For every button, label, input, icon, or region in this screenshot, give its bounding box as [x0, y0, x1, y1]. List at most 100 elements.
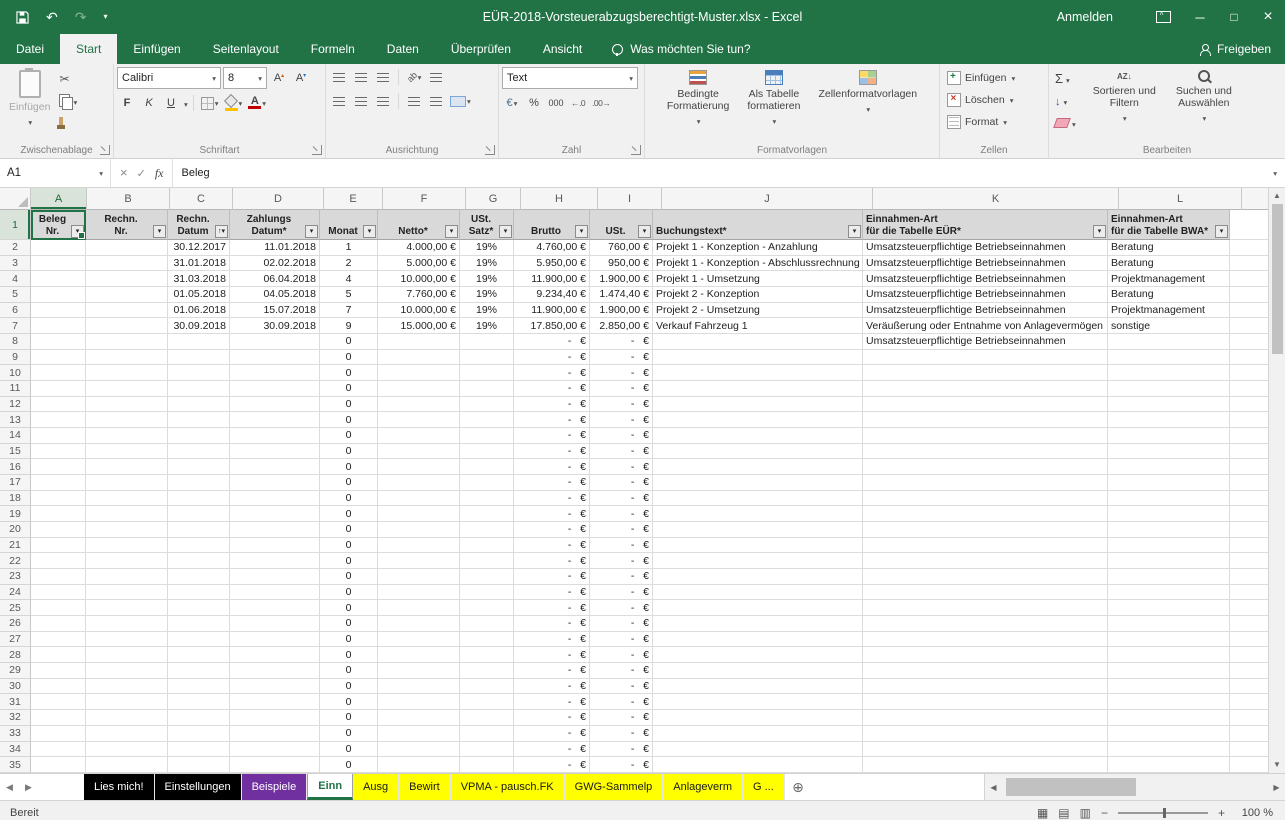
cell-A14[interactable] [31, 428, 86, 444]
cell-C32[interactable] [168, 710, 230, 726]
row-header-13[interactable]: 13 [0, 412, 31, 428]
cell-E31[interactable]: 0 [320, 694, 378, 710]
cell-E7[interactable]: 9 [320, 318, 378, 334]
redo-icon[interactable] [75, 10, 87, 24]
cell-A8[interactable] [31, 334, 86, 350]
row-header-7[interactable]: 7 [0, 318, 31, 334]
cell-L16[interactable] [1108, 459, 1230, 475]
cell-G13[interactable] [460, 412, 514, 428]
align-center-button[interactable] [351, 91, 371, 111]
cell-L30[interactable] [1108, 679, 1230, 695]
select-all-button[interactable] [0, 188, 31, 210]
scroll-left-icon[interactable] [985, 783, 1002, 792]
cell-G5[interactable]: 19% [460, 287, 514, 303]
cell-C1[interactable]: Rechn.Datum [168, 210, 230, 240]
cell-F1[interactable]: Netto* [378, 210, 460, 240]
cell-L8[interactable] [1108, 334, 1230, 350]
cell-A31[interactable] [31, 694, 86, 710]
cell-A18[interactable] [31, 491, 86, 507]
cell-L24[interactable] [1108, 585, 1230, 601]
cell-L34[interactable] [1108, 742, 1230, 758]
cell-K5[interactable]: Umsatzsteuerpflichtige Betriebseinnahmen [863, 287, 1108, 303]
cell-L4[interactable]: Projektmanagement [1108, 271, 1230, 287]
cell-G26[interactable] [460, 616, 514, 632]
cell-E3[interactable]: 2 [320, 256, 378, 272]
cell-B23[interactable] [86, 569, 168, 585]
cell-G28[interactable] [460, 647, 514, 663]
cell-L33[interactable] [1108, 726, 1230, 742]
cell-D29[interactable] [230, 663, 320, 679]
cell-K4[interactable]: Umsatzsteuerpflichtige Betriebseinnahmen [863, 271, 1108, 287]
cell-A2[interactable] [31, 240, 86, 256]
cell-J11[interactable] [653, 381, 863, 397]
row-header-26[interactable]: 26 [0, 616, 31, 632]
cell-K13[interactable] [863, 412, 1108, 428]
cell-H11[interactable]: - € [514, 381, 590, 397]
vertical-scroll-thumb[interactable] [1272, 204, 1283, 354]
cell-H23[interactable]: - € [514, 569, 590, 585]
cell-I3[interactable]: 950,00 € [590, 256, 653, 272]
cell-I2[interactable]: 760,00 € [590, 240, 653, 256]
column-header-E[interactable]: E [324, 188, 383, 210]
cell-K35[interactable] [863, 757, 1108, 773]
cell-E32[interactable]: 0 [320, 710, 378, 726]
cell-J2[interactable]: Projekt 1 - Konzeption - Anzahlung [653, 240, 863, 256]
name-box[interactable]: A1 [0, 159, 111, 187]
cell-I25[interactable]: - € [590, 600, 653, 616]
cell-D13[interactable] [230, 412, 320, 428]
cell-L32[interactable] [1108, 710, 1230, 726]
cell-G22[interactable] [460, 553, 514, 569]
cell-I22[interactable]: - € [590, 553, 653, 569]
quick-access-caret-icon[interactable] [103, 13, 107, 21]
cell-C31[interactable] [168, 694, 230, 710]
cell-B16[interactable] [86, 459, 168, 475]
cell-L3[interactable]: Beratung [1108, 256, 1230, 272]
cell-L13[interactable] [1108, 412, 1230, 428]
cell-J29[interactable] [653, 663, 863, 679]
filter-button-K1[interactable] [1093, 225, 1106, 238]
cell-H24[interactable]: - € [514, 585, 590, 601]
cell-B25[interactable] [86, 600, 168, 616]
cell-C17[interactable] [168, 475, 230, 491]
cell-C26[interactable] [168, 616, 230, 632]
font-name-select[interactable]: Calibri [117, 67, 221, 89]
cell-D23[interactable] [230, 569, 320, 585]
cell-J15[interactable] [653, 444, 863, 460]
cell-K23[interactable] [863, 569, 1108, 585]
cell-E24[interactable]: 0 [320, 585, 378, 601]
cell-B13[interactable] [86, 412, 168, 428]
cell-F14[interactable] [378, 428, 460, 444]
close-button[interactable] [1251, 0, 1285, 34]
undo-icon[interactable] [46, 10, 58, 24]
row-header-19[interactable]: 19 [0, 506, 31, 522]
row-header-30[interactable]: 30 [0, 679, 31, 695]
cell-L20[interactable] [1108, 522, 1230, 538]
cell-B7[interactable] [86, 318, 168, 334]
cell-E15[interactable]: 0 [320, 444, 378, 460]
cell-A17[interactable] [31, 475, 86, 491]
cell-L12[interactable] [1108, 397, 1230, 413]
cell-F23[interactable] [378, 569, 460, 585]
filter-button-B1[interactable] [153, 225, 166, 238]
sheet-tab-einstellungen[interactable]: Einstellungen [155, 774, 242, 800]
cell-E21[interactable]: 0 [320, 538, 378, 554]
cell-C13[interactable] [168, 412, 230, 428]
cell-A25[interactable] [31, 600, 86, 616]
cell-B15[interactable] [86, 444, 168, 460]
cell-D7[interactable]: 30.09.2018 [230, 318, 320, 334]
cell-L22[interactable] [1108, 553, 1230, 569]
cell-L7[interactable]: sonstige [1108, 318, 1230, 334]
sheet-tab-anlageverm[interactable]: Anlageverm [663, 774, 743, 800]
cell-F26[interactable] [378, 616, 460, 632]
conditional-formatting-button[interactable]: BedingteFormatierung [661, 67, 735, 141]
cell-A9[interactable] [31, 350, 86, 366]
row-header-8[interactable]: 8 [0, 334, 31, 350]
cell-F5[interactable]: 7.760,00 € [378, 287, 460, 303]
cell-A7[interactable] [31, 318, 86, 334]
cell-C14[interactable] [168, 428, 230, 444]
cell-K8[interactable]: Umsatzsteuerpflichtige Betriebseinnahmen [863, 334, 1108, 350]
scroll-right-icon[interactable] [1268, 783, 1285, 792]
cell-L15[interactable] [1108, 444, 1230, 460]
cell-I31[interactable]: - € [590, 694, 653, 710]
cell-I1[interactable]: USt. [590, 210, 653, 240]
